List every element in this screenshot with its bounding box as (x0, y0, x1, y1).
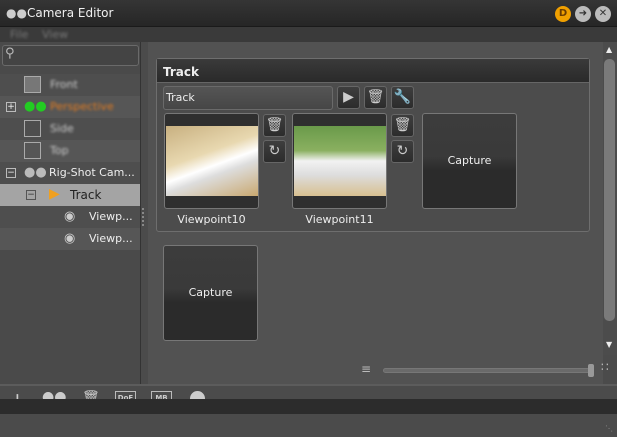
tree-item-rig-shot-camera[interactable]: − ●● Rig-Shot Cam... (0, 162, 140, 184)
viewpoint-thumbnail[interactable] (292, 113, 387, 209)
camera-icon: ●● (6, 6, 27, 20)
search-icon: ⚲ (5, 46, 15, 61)
grid-view-icon[interactable]: ∷ (601, 360, 609, 374)
track-editor-area: Track Track ▶ 🗑 🔧 Viewpoint10 🗑 ↻ Viewpo… (148, 42, 609, 384)
delete-track-button[interactable]: 🗑 (364, 86, 387, 109)
list-view-icon[interactable]: ≡ (361, 362, 371, 376)
collapse-icon[interactable]: − (26, 190, 36, 200)
splitter-handle[interactable] (142, 208, 145, 226)
redo-icon: ↻ (396, 143, 409, 159)
vertical-scrollbar[interactable]: ▲ ▼ (603, 42, 617, 355)
undock-arrow-icon[interactable]: ➜ (575, 6, 591, 22)
recapture-button[interactable]: ↻ (263, 140, 286, 163)
collapse-icon[interactable]: − (6, 168, 16, 178)
track-header: Track (157, 59, 589, 83)
badge-d-icon[interactable]: D (555, 6, 571, 22)
status-bar (0, 399, 617, 414)
redo-icon: ↻ (268, 143, 281, 159)
viewpoint-image (294, 126, 386, 196)
viewpoint-label: Viewpoint11 (305, 213, 374, 226)
cube-icon (24, 76, 41, 93)
scene-tree-panel: ⚲ Front + ●● Perspective Side Top − ●● R… (0, 42, 141, 384)
wrench-icon: 🔧 (393, 89, 412, 105)
track-name-input[interactable]: Track (163, 86, 333, 110)
viewpoint-image (166, 126, 258, 196)
expand-icon[interactable]: + (6, 102, 16, 112)
delete-viewpoint-button[interactable]: 🗑 (391, 114, 414, 137)
camera-icon: ●● (24, 99, 47, 114)
tree-item-track[interactable]: − ▶ Track (0, 184, 140, 206)
camera-icon: ●● (24, 165, 47, 180)
recapture-button[interactable]: ↻ (391, 140, 414, 163)
viewpoint-thumbnail[interactable] (164, 113, 259, 209)
eye-icon: ◉ (64, 209, 76, 224)
tree: Front + ●● Perspective Side Top − ●● Rig… (0, 74, 140, 250)
tree-item-perspective[interactable]: + ●● Perspective (0, 96, 140, 118)
tree-item-side[interactable]: Side (0, 118, 140, 140)
menu-file[interactable]: File (10, 28, 28, 41)
play-icon: ▶ (49, 186, 60, 202)
delete-viewpoint-button[interactable]: 🗑 (263, 114, 286, 137)
tree-item-top[interactable]: Top (0, 140, 140, 162)
close-icon[interactable]: ✕ (595, 6, 611, 22)
viewpoint-label: Viewpoint10 (177, 213, 246, 226)
slider-handle[interactable] (588, 364, 594, 377)
eye-icon: ◉ (64, 231, 76, 246)
scroll-up-icon[interactable]: ▲ (606, 45, 612, 54)
thumbnail-size-slider[interactable] (383, 364, 594, 377)
cube-icon (24, 142, 41, 159)
cube-icon (24, 120, 41, 137)
scroll-down-icon[interactable]: ▼ (606, 340, 612, 349)
tree-item-front[interactable]: Front (0, 74, 140, 96)
title-bar: ●● Camera Editor D ➜ ✕ (0, 0, 617, 27)
resize-grip-icon[interactable]: ⋱ (605, 424, 613, 433)
scrollbar-thumb[interactable] (604, 59, 615, 321)
track-group: Track Track ▶ 🗑 🔧 Viewpoint10 🗑 ↻ Viewpo… (156, 58, 590, 232)
bottom-toolbar: + ●● 🗑 DoF MB ⋱ (0, 384, 617, 437)
settings-wrench-button[interactable]: 🔧 (391, 86, 414, 109)
trash-icon: 🗑 (366, 89, 385, 105)
menu-view[interactable]: View (42, 28, 68, 41)
trash-icon: 🗑 (265, 117, 284, 133)
search-input[interactable]: ⚲ (2, 45, 139, 66)
window-title: Camera Editor (27, 6, 114, 20)
play-button[interactable]: ▶ (337, 86, 360, 109)
tree-item-viewpoint[interactable]: ◉ Viewp... (0, 206, 140, 228)
menu-bar: File View (0, 27, 617, 42)
tree-item-viewpoint[interactable]: ◉ Viewp... (0, 228, 140, 250)
capture-button[interactable]: Capture (422, 113, 517, 209)
capture-new-track-button[interactable]: Capture (163, 245, 258, 341)
trash-icon: 🗑 (393, 117, 412, 133)
